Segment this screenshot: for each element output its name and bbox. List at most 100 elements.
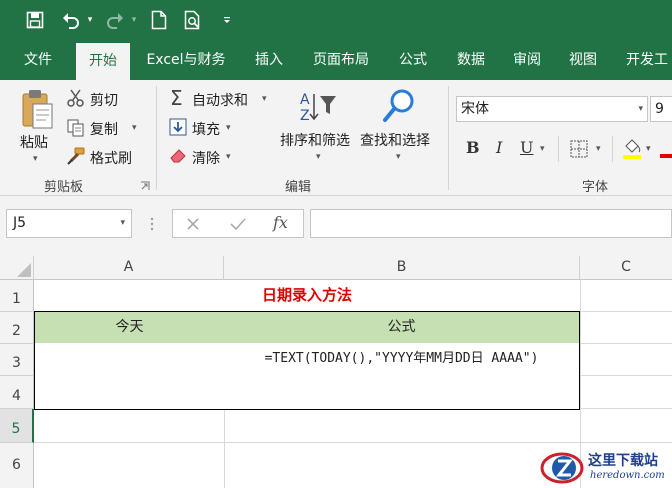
save-icon[interactable] [22,8,48,32]
column-header-b[interactable]: B [224,256,580,280]
fill-icon[interactable] [169,118,187,136]
tab-formulas[interactable]: 公式 [388,40,438,80]
cut-label[interactable]: 剪切 [90,90,118,110]
undo-icon[interactable] [58,8,84,32]
fill-color-icon[interactable] [622,136,642,160]
column-header-c[interactable]: C [580,256,672,280]
paste-dropdown-icon[interactable]: ▾ [33,154,38,164]
watermark: 这里下载站 heredown.com [540,448,672,488]
redo-icon[interactable] [102,8,128,32]
column-header-a[interactable]: A [34,256,224,280]
cell-b4[interactable] [224,376,580,410]
paste-label[interactable]: 粘贴 [20,132,48,152]
font-name-value: 宋体 [461,101,489,117]
cell-a4[interactable] [34,376,225,410]
ribbon-separator [612,136,613,162]
tab-file[interactable]: 文件 [10,40,66,80]
clear-dropdown-icon[interactable]: ▾ [226,152,231,162]
copy-label[interactable]: 复制 [90,119,118,139]
autosum-dropdown-icon[interactable]: ▾ [262,94,267,104]
font-name-select[interactable]: 宋体 ▾ [456,96,648,122]
fill-label[interactable]: 填充 [192,119,220,139]
tab-developer[interactable]: 开发工 [618,40,672,80]
sort-filter-dropdown-icon[interactable]: ▾ [316,152,321,162]
tab-page-layout[interactable]: 页面布局 [302,40,380,80]
autosum-label[interactable]: 自动求和 [192,90,248,110]
paste-icon[interactable] [20,88,54,132]
find-select-dropdown-icon[interactable]: ▾ [396,152,401,162]
customize-toolbar-icon[interactable] [220,8,234,32]
row-header-2[interactable]: 2 [0,312,34,344]
font-size-select[interactable]: 9 [650,96,672,122]
gridline [34,442,672,443]
redo-dropdown-icon[interactable]: ▾ [128,8,140,32]
ribbon-home: 粘贴 ▾ 剪切 复制 ▾ 格式刷 剪贴板 Σ 自动求和 ▾ 填充 ▾ 清除 ▾ … [0,80,672,196]
tab-home[interactable]: 开始 [76,43,130,80]
row-header-5[interactable]: 5 [0,409,34,443]
borders-dropdown-icon[interactable]: ▾ [596,144,601,154]
print-preview-icon[interactable] [180,8,206,32]
watermark-name: 这里下载站 [588,453,658,469]
cell-b3[interactable]: =TEXT(TODAY(),"YYYY年MM月DD日 AAAA") [224,343,580,377]
ribbon-separator [558,136,559,162]
tab-review[interactable]: 审阅 [502,40,552,80]
clipboard-launcher-icon[interactable] [140,180,150,190]
font-group-label: 字体 [582,180,609,195]
name-box-dropdown-icon[interactable]: ▾ [120,210,125,237]
underline-icon[interactable]: U [520,138,533,157]
formula-bar-buttons: fx [172,209,304,238]
underline-dropdown-icon[interactable]: ▾ [540,144,545,154]
copy-dropdown-icon[interactable]: ▾ [132,123,137,133]
bold-icon[interactable]: B [466,138,480,157]
clipboard-group-label: 剪贴板 [44,180,84,195]
cell-b2[interactable]: 公式 [224,311,580,344]
row-header-4[interactable]: 4 [0,376,34,409]
sort-filter-icon[interactable]: A Z [298,90,338,124]
name-box-value: J5 [13,215,27,231]
tab-insert[interactable]: 插入 [244,40,294,80]
font-size-value: 9 [655,101,664,117]
sheet-title-cell[interactable]: 日期录入方法 [35,280,579,311]
quick-access-toolbar: ▾ ▾ [0,0,672,40]
find-select-label[interactable]: 查找和选择 [360,130,430,150]
row-header-6[interactable]: 6 [0,443,34,488]
name-box[interactable]: J5 ▾ [6,209,132,238]
undo-dropdown-icon[interactable]: ▾ [84,8,96,32]
ribbon-separator [156,86,157,190]
format-painter-icon[interactable] [66,146,86,166]
row-header-1[interactable]: 1 [0,280,34,312]
font-name-dropdown-icon[interactable]: ▾ [638,97,643,121]
sort-filter-label[interactable]: 排序和筛选 [280,130,350,150]
svg-text:A: A [300,92,310,108]
row-header-3[interactable]: 3 [0,344,34,376]
watermark-url: heredown.com [590,470,665,481]
tab-data[interactable]: 数据 [446,40,496,80]
clear-label[interactable]: 清除 [192,148,220,168]
clear-icon[interactable] [169,146,189,164]
new-document-icon[interactable] [146,8,172,32]
format-painter-label[interactable]: 格式刷 [90,148,132,168]
copy-icon[interactable] [66,118,86,138]
enter-icon[interactable] [229,216,247,232]
find-select-icon[interactable] [382,88,416,126]
tab-excel-finance[interactable]: Excel与财务 [138,40,234,80]
select-all-corner[interactable] [0,256,34,280]
cell-a2[interactable]: 今天 [34,311,225,344]
cancel-icon[interactable] [185,216,201,232]
ribbon-separator [448,86,449,190]
insert-function-icon[interactable]: fx [273,213,288,232]
font-color-icon[interactable] [660,138,672,162]
borders-icon[interactable] [570,140,588,158]
autosum-icon[interactable]: Σ [170,88,188,108]
formula-input[interactable] [310,209,672,238]
cell-a3[interactable] [34,343,225,377]
tab-view[interactable]: 视图 [558,40,608,80]
svg-text:Z: Z [300,108,310,124]
italic-icon[interactable]: I [496,138,502,157]
fill-color-dropdown-icon[interactable]: ▾ [646,144,651,154]
formula-bar: J5 ▾ fx [0,196,672,256]
fill-dropdown-icon[interactable]: ▾ [226,123,231,133]
editing-group-label: 编辑 [285,180,312,195]
cut-icon[interactable] [66,88,86,108]
formula-bar-grip-icon[interactable] [150,216,154,232]
